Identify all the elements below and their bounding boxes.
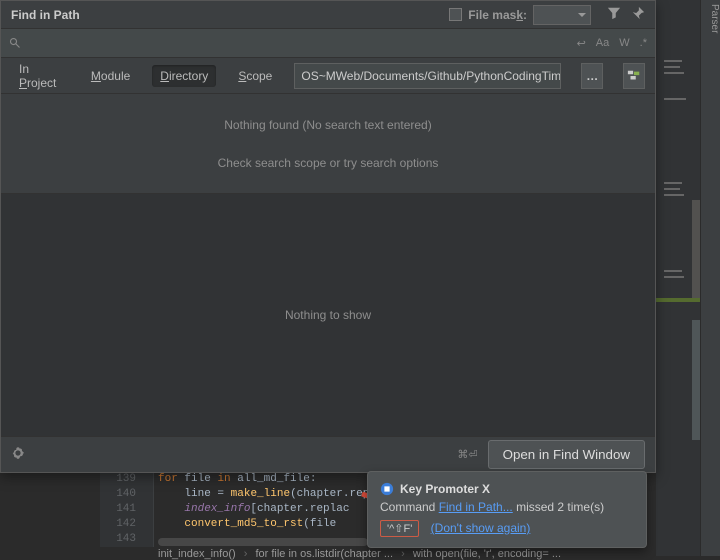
dont-show-again-link[interactable]: (Don't show again) [431,521,531,535]
dialog-title: Find in Path [11,8,80,22]
breadcrumb[interactable]: init_index_info() › for file in os.listd… [158,548,561,560]
balloon-text: Command [380,500,439,514]
check-scope-label: Check search scope or try search options [218,156,439,170]
breadcrumb-segment[interactable]: with open(file, 'r', encoding= ... [413,548,561,560]
gutter: 139140141142143 [100,472,142,547]
key-promoter-balloon: Key Promoter X Command Find in Path... m… [367,471,647,548]
directory-path-text: OS~MWeb/Documents/Github/PythonCodingTim… [301,69,561,83]
pin-icon[interactable] [631,6,645,23]
recursive-toggle[interactable] [623,63,645,89]
search-icon [9,35,27,52]
scope-module[interactable]: Module [83,65,138,87]
filter-icon[interactable] [607,6,621,23]
gear-icon[interactable] [11,446,25,463]
browse-button[interactable]: … [581,63,603,89]
search-input[interactable] [27,36,577,51]
scope-directory[interactable]: Directory [152,65,216,87]
file-mask-combo[interactable] [533,5,591,25]
tool-window-tab-parser[interactable]: Parser [700,0,720,556]
balloon-text: missed 2 time(s) [513,500,604,514]
balloon-title: Key Promoter X [400,482,490,496]
scope-project[interactable]: In Project [11,58,69,94]
words-toggle[interactable]: W [619,37,629,50]
editor-minimap[interactable] [656,0,700,556]
newline-toggle[interactable]: ↩︎ [577,37,586,50]
file-mask-checkbox[interactable] [449,8,462,21]
regex-toggle[interactable]: .* [640,37,647,50]
breadcrumb-segment[interactable]: for file in os.listdir(chapter ... [255,548,393,560]
directory-path-combo[interactable]: OS~MWeb/Documents/Github/PythonCodingTim… [294,63,561,89]
file-mask-label: File mask: [468,8,527,22]
scope-scope[interactable]: Scope [230,65,280,87]
match-case-toggle[interactable]: Aa [596,37,609,50]
parser-tab-label: Parser [709,4,720,33]
shortcut-hint: ⌘⏎ [457,448,477,461]
shortcut-badge: '^⇧F' [380,520,419,537]
nothing-to-show-label: Nothing to show [285,308,371,322]
breadcrumb-segment[interactable]: init_index_info() [158,548,236,560]
open-in-find-window-button[interactable]: Open in Find Window [488,440,645,469]
nothing-found-label: Nothing found (No search text entered) [224,118,431,132]
plugin-icon [380,482,394,496]
horizontal-scrollbar[interactable] [158,538,368,546]
find-in-path-dialog: Find in Path File mask: ↩︎ Aa W .* In Pr… [0,0,656,473]
find-in-path-link[interactable]: Find in Path... [439,500,513,514]
